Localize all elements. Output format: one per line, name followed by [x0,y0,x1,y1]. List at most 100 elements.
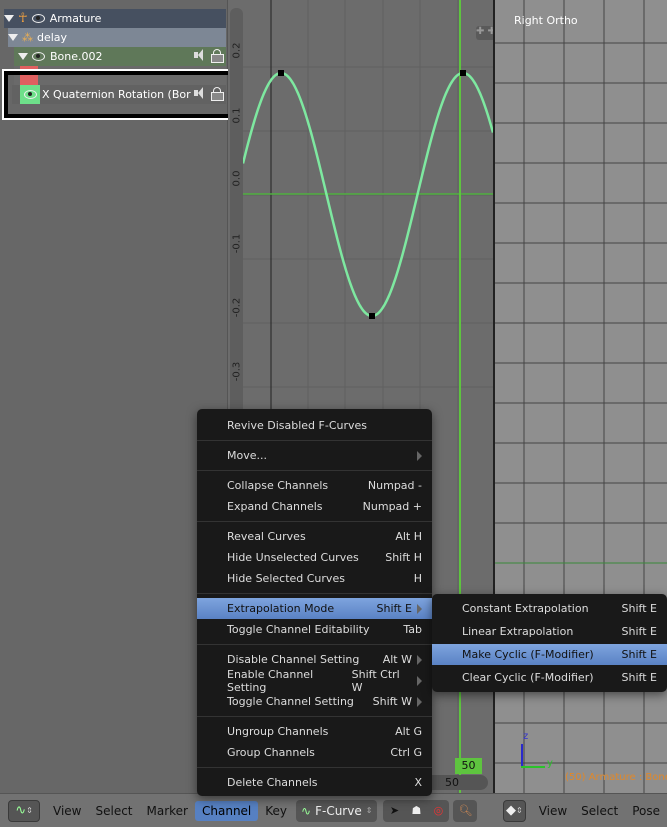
submenu-item[interactable]: Linear Extrapolation Shift E [432,621,667,642]
mode-label: F-Curve [315,803,362,818]
ghost-icon[interactable]: ☗ [405,800,427,822]
menu-separator [197,521,432,522]
menu-item-shortcut: X [414,776,422,789]
eye-icon[interactable] [23,90,37,99]
lifebuoy-icon[interactable]: ◎ [427,800,449,822]
submenu-arrow-icon [417,450,422,461]
menu-item-label: Toggle Channel Setting [227,695,354,708]
channel-label: X Quaternion Rotation (Bor [42,88,191,101]
menu-separator [197,440,432,441]
menu-key[interactable]: Key [258,801,294,821]
submenu-item[interactable]: Make Cyclic (F-Modifier) Shift E [432,644,667,665]
channel-group[interactable]: Bone.002 [14,47,226,66]
color-swatch [20,85,40,104]
menu-item-shortcut: Tab [403,623,422,636]
menu-item-label: Make Cyclic (F-Modifier) [462,648,594,661]
menu-select[interactable]: Select [88,801,139,821]
menu-item-label: Hide Selected Curves [227,572,345,585]
keyframe-point [369,313,375,319]
menu-item[interactable]: Delete Channels X [197,772,432,793]
menu-view[interactable]: View [532,801,574,821]
menu-item[interactable]: Revive Disabled F-Curves [197,415,432,436]
lock-icon[interactable] [211,49,224,63]
y-axis-line [521,766,545,768]
y-tick-label: 0.0 [231,170,243,187]
y-tick-label: -0.2 [231,297,243,318]
lock-icon[interactable] [211,87,224,101]
editor-type-button[interactable]: ∿ ⇕ [8,799,40,822]
submenu-item[interactable]: Clear Cyclic (F-Modifier) Shift E [432,667,667,688]
menu-item-label: Constant Extrapolation [462,602,589,615]
cursor-icon[interactable]: ➤ [383,800,405,822]
menu-item-shortcut: Shift E [621,602,657,615]
menu-separator [197,767,432,768]
menu-item[interactable]: Group Channels Ctrl G [197,742,432,763]
menu-select[interactable]: Select [574,801,625,821]
frame-field[interactable]: 50 [445,776,459,789]
editor-type-button[interactable]: ◆ ⇕ [503,799,526,822]
eye-icon[interactable] [32,52,45,61]
menu-separator [197,716,432,717]
current-frame-indicator[interactable]: 50 [455,758,482,774]
menu-marker[interactable]: Marker [140,801,195,821]
menu-item-label: Extrapolation Mode [227,602,335,615]
menu-separator [197,593,432,594]
menu-item[interactable]: Reveal Curves Alt H [197,526,432,547]
menu-item-shortcut: Numpad - [367,479,422,492]
expand-icon[interactable] [4,15,14,22]
object-status: (50) Armature : Bone [565,772,667,783]
channel-label: delay [37,31,68,44]
menu-item-label: Toggle Channel Editability [227,623,370,636]
toggle-group: ➤ ☗ ◎ [383,799,450,822]
menu-item-shortcut: Ctrl G [390,746,422,759]
menu-item[interactable]: Collapse Channels Numpad - [197,475,432,496]
menu-item[interactable]: Move... [197,445,432,466]
cube-icon: ◆ [505,803,516,818]
channel-fcurve-selected[interactable]: X Quaternion Rotation (Bor [12,85,226,104]
channel-label: Bone.002 [50,50,103,63]
graph-editor-icon: ∿ [15,803,27,818]
expand-icon[interactable] [8,34,18,41]
menu-item[interactable]: Ungroup Channels Alt G [197,721,432,742]
mute-icon[interactable] [194,87,208,99]
submenu-item[interactable]: Constant Extrapolation Shift E [432,598,667,619]
menu-channel[interactable]: Channel [195,800,259,821]
menu-view[interactable]: View [46,801,88,821]
mode-dropdown[interactable]: ∿ F-Curve ⇕ [296,799,378,822]
menu-item-shortcut: Shift W [372,695,412,708]
menu-pose[interactable]: Pose [625,801,667,821]
menu-item[interactable]: Hide Unselected Curves Shift H [197,547,432,568]
menu-item-label: Hide Unselected Curves [227,551,359,564]
menu-item[interactable]: Toggle Channel Setting Shift W [197,691,432,712]
y-axis-label: y [547,758,553,769]
view-title: Right Ortho [514,14,578,27]
channel-list-panel: ☥ Armature ⁂ delay Bone.002 X Quaternion… [0,0,236,793]
menu-item-label: Move... [227,449,267,462]
mute-icon[interactable] [194,49,208,61]
menu-item-shortcut: Alt W [382,653,412,666]
menu-item[interactable]: Expand Channels Numpad + [197,496,432,517]
menu-item[interactable]: Extrapolation Mode Shift E [197,598,432,619]
zoom-icon[interactable]: 🔍︎ [453,799,478,822]
z-axis-line [521,744,523,768]
menu-separator [197,644,432,645]
menu-item[interactable]: Hide Selected Curves H [197,568,432,589]
channel-armature[interactable]: ☥ Armature [4,9,226,28]
menu-item-label: Reveal Curves [227,530,306,543]
3d-view-header: ◆ ⇕ View Select Pose [493,793,667,827]
keyframe-point [278,70,284,76]
extrapolation-submenu: Constant Extrapolation Shift E Linear Extr… [432,594,667,692]
region-expand-icon[interactable]: ✚ ✚ [476,26,493,40]
eye-icon[interactable] [31,14,45,23]
menu-separator [197,470,432,471]
menu-item-label: Clear Cyclic (F-Modifier) [462,671,594,684]
expand-icon[interactable] [18,53,28,60]
y-tick-label: -0.1 [231,233,243,254]
menu-item[interactable]: Toggle Channel Editability Tab [197,619,432,640]
menu-item-shortcut: Shift E [621,648,657,661]
menu-item[interactable]: Enable Channel Setting Shift Ctrl W [197,667,432,694]
channel-action[interactable]: ⁂ delay [8,28,226,47]
menu-item-label: Enable Channel Setting [227,667,314,694]
graph-editor-header: ∿ ⇕ View Select Marker Channel Key ∿ F-Cur… [0,793,493,827]
y-tick-label: 0.1 [231,107,243,124]
